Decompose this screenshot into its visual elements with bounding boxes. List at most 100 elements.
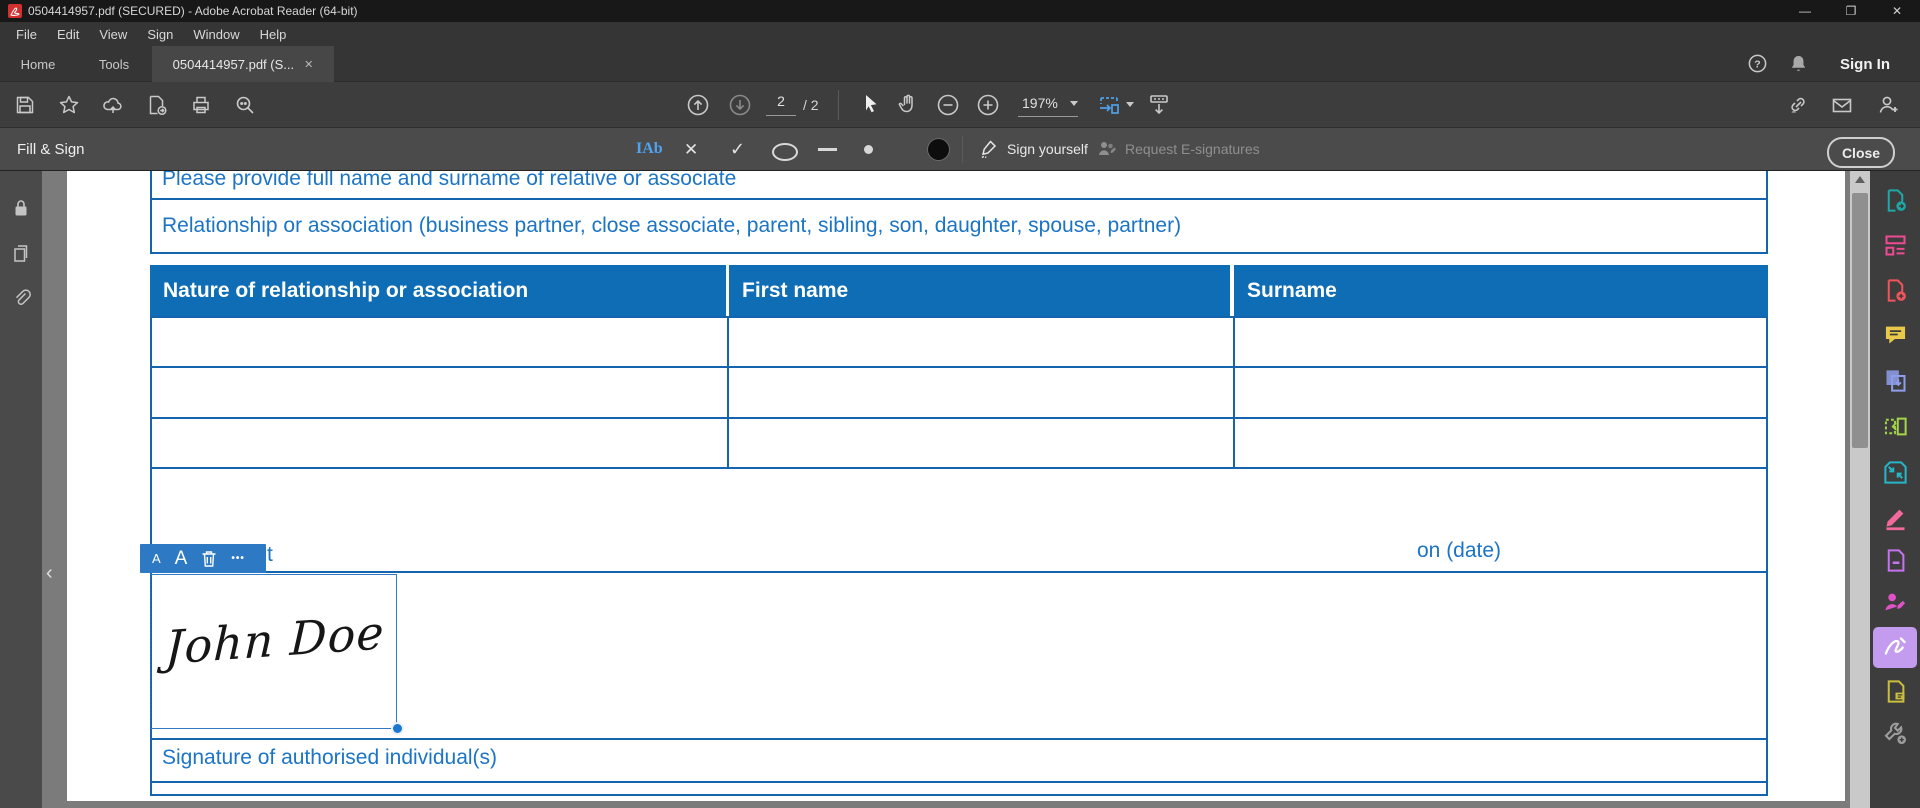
dot-icon[interactable] — [864, 145, 873, 154]
search-icon[interactable] — [234, 94, 256, 116]
filled-dot-icon[interactable] — [928, 139, 949, 160]
page-number-input[interactable]: 2 — [766, 93, 796, 116]
tab-document[interactable]: 0504414957.pdf (S... ✕ — [152, 46, 334, 82]
zoom-level-select[interactable]: 197% — [1018, 93, 1078, 117]
table-cell[interactable] — [1235, 318, 1766, 366]
fill-sign-title: Fill & Sign — [17, 141, 85, 158]
tab-close-icon[interactable]: ✕ — [304, 58, 313, 71]
table-cell[interactable] — [729, 419, 1233, 467]
page-count-label: / 2 — [803, 97, 819, 113]
ellipse-icon[interactable] — [772, 143, 798, 161]
cross-icon[interactable]: ✕ — [684, 140, 698, 160]
table-header-nature: Nature of relationship or association — [150, 265, 726, 316]
menu-help[interactable]: Help — [250, 24, 297, 45]
check-icon[interactable]: ✓ — [730, 139, 745, 160]
menu-view[interactable]: View — [89, 24, 137, 45]
print-icon[interactable] — [190, 94, 212, 116]
more-tools-icon[interactable] — [1878, 717, 1912, 749]
scroll-up-arrow-icon[interactable] — [1855, 176, 1865, 183]
prepare-form-icon[interactable] — [1878, 675, 1912, 707]
table-cell[interactable] — [1235, 368, 1766, 417]
redact-icon[interactable] — [1878, 501, 1912, 533]
request-esignatures-label: Request E-signatures — [1125, 141, 1260, 157]
page-thumbnails-icon[interactable] — [10, 242, 32, 264]
hand-tool-icon[interactable] — [896, 92, 920, 116]
menu-edit[interactable]: Edit — [47, 24, 89, 45]
table-cell[interactable] — [729, 318, 1233, 366]
table-cell[interactable] — [152, 318, 727, 366]
protect-pdf-icon[interactable] — [1878, 544, 1912, 576]
form-border — [1766, 469, 1768, 571]
form-border — [150, 198, 152, 252]
maximize-button[interactable]: ❐ — [1828, 0, 1874, 22]
sign-yourself-label: Sign yourself — [1007, 141, 1088, 157]
comment-icon[interactable] — [1878, 318, 1912, 350]
sign-in-button[interactable]: Sign In — [1840, 56, 1890, 73]
attachments-icon[interactable] — [10, 287, 32, 309]
fill-and-sign-icon[interactable] — [1878, 631, 1912, 663]
table-cell[interactable] — [152, 368, 727, 417]
signature-resize-handle[interactable] — [391, 722, 404, 735]
help-icon[interactable]: ? — [1747, 53, 1768, 74]
table-cell[interactable] — [152, 419, 727, 467]
export-pdf-icon[interactable] — [1878, 184, 1912, 216]
menu-file[interactable]: File — [6, 24, 47, 45]
page-display-icon[interactable] — [1146, 92, 1172, 118]
organize-pages-icon[interactable] — [1878, 410, 1912, 442]
create-pdf-icon[interactable] — [1878, 274, 1912, 306]
line-icon[interactable] — [818, 148, 837, 151]
form-border — [1766, 198, 1768, 252]
save-to-cloud-icon[interactable] — [102, 94, 124, 116]
zoom-out-icon[interactable] — [936, 93, 960, 117]
left-tool-rail — [0, 171, 42, 808]
scrollbar-thumb[interactable] — [1852, 193, 1868, 448]
form-border — [1766, 738, 1768, 794]
security-lock-icon[interactable] — [10, 197, 32, 219]
favorite-star-icon[interactable] — [58, 94, 80, 116]
menu-sign[interactable]: Sign — [137, 24, 183, 45]
save-icon[interactable] — [14, 94, 36, 116]
select-tool-icon[interactable] — [858, 92, 882, 116]
pdf-page: Please provide full name and surname of … — [67, 171, 1845, 801]
add-account-icon[interactable] — [1876, 93, 1900, 117]
export-file-icon[interactable] — [146, 94, 168, 116]
signature-context-toolbar: A A ••• — [140, 544, 266, 573]
share-link-icon[interactable] — [1786, 93, 1810, 117]
minimize-button[interactable]: — — [1782, 0, 1828, 22]
window-title: 0504414957.pdf (SECURED) - Adobe Acrobat… — [28, 4, 358, 18]
edit-pdf-icon[interactable] — [1878, 229, 1912, 261]
close-window-button[interactable]: ✕ — [1874, 0, 1920, 22]
form-line — [150, 738, 1768, 740]
form-prompt-relationship: Relationship or association (business pa… — [162, 214, 1182, 237]
zoom-in-icon[interactable] — [976, 93, 1000, 117]
toolbar-divider — [838, 90, 839, 120]
table-cell[interactable] — [1235, 419, 1766, 467]
signature-field-box[interactable]: John Doe — [150, 574, 397, 729]
tab-home[interactable]: Home — [0, 46, 76, 82]
acrobat-app-icon — [8, 4, 22, 18]
fit-width-caret-icon[interactable] — [1126, 102, 1134, 107]
menu-window[interactable]: Window — [183, 24, 249, 45]
combine-files-icon[interactable] — [1878, 364, 1912, 396]
notifications-bell-icon[interactable] — [1788, 53, 1809, 74]
trash-icon[interactable] — [201, 550, 217, 568]
form-border — [1766, 571, 1768, 738]
main-toolbar — [0, 82, 1920, 128]
font-increase-button[interactable]: A — [175, 548, 188, 570]
close-fill-sign-button[interactable]: Close — [1827, 137, 1895, 168]
next-page-icon[interactable] — [728, 93, 752, 117]
table-cell[interactable] — [729, 368, 1233, 417]
request-signatures-icon[interactable] — [1878, 586, 1912, 618]
compress-pdf-icon[interactable] — [1878, 456, 1912, 488]
more-options-button[interactable]: ••• — [231, 553, 245, 564]
tab-tools[interactable]: Tools — [76, 46, 152, 82]
sign-yourself-button[interactable]: Sign yourself — [978, 138, 1088, 160]
add-text-icon[interactable]: IAb — [636, 140, 663, 158]
request-esignatures-button[interactable]: Request E-signatures — [1096, 138, 1260, 160]
font-decrease-button[interactable]: A — [152, 551, 161, 566]
collapse-panel-icon[interactable]: ‹ — [46, 562, 53, 585]
form-border — [150, 171, 152, 200]
previous-page-icon[interactable] — [686, 93, 710, 117]
email-icon[interactable] — [1830, 94, 1854, 118]
fit-width-icon[interactable] — [1096, 92, 1122, 118]
